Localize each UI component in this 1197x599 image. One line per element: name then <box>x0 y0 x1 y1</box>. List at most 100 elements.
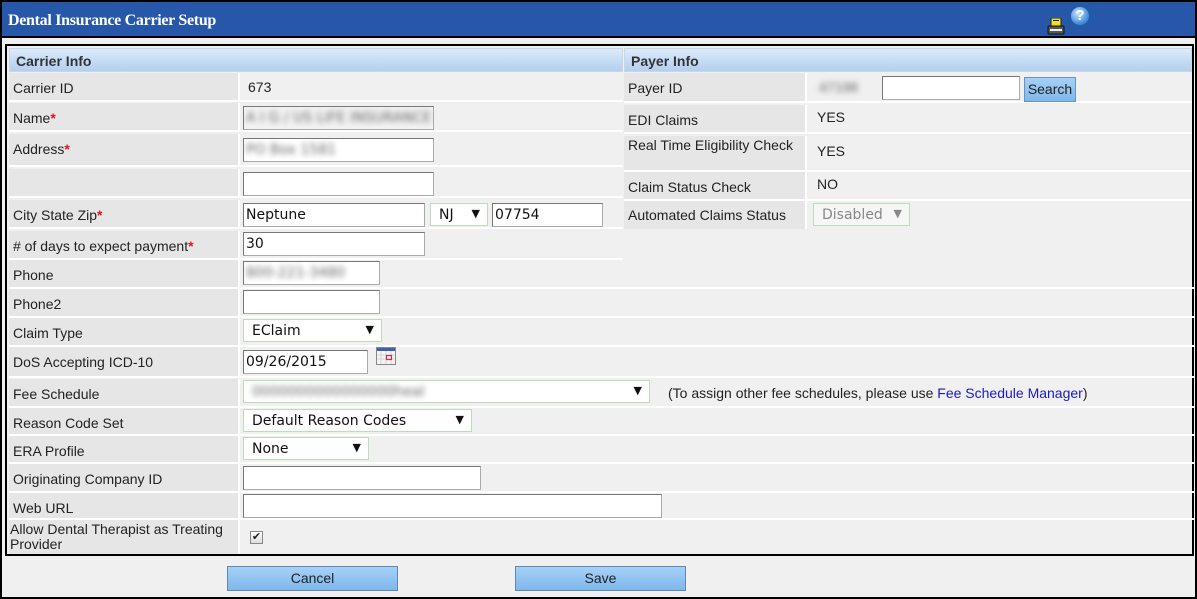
fee-schedule-label: Fee Schedule <box>9 379 240 406</box>
payer-info-header: Payer Info <box>624 48 1192 72</box>
state-selected-value: NJ <box>439 207 454 223</box>
chevron-down-icon: ▼ <box>365 323 374 336</box>
real-time-eligibility-label-text: Real Time Eligibility Check <box>628 137 793 153</box>
chevron-down-icon: ▼ <box>471 207 480 220</box>
city-input[interactable]: Neptune <box>243 203 425 227</box>
payer-search-button[interactable]: Search <box>1024 77 1076 102</box>
carrier-id-value: 673 <box>248 79 272 95</box>
automated-claims-status-select[interactable]: Disabled ▼ <box>813 203 910 226</box>
real-time-eligibility-label: Real Time Eligibility Check <box>624 136 807 170</box>
address-line1-input[interactable]: PO Box 1581 <box>243 138 434 162</box>
claim-type-label: Claim Type <box>9 318 240 345</box>
web-url-label: Web URL <box>9 493 240 518</box>
fee-schedule-note-prefix: (To assign other fee schedules, please u… <box>668 385 938 401</box>
save-button[interactable]: Save <box>515 566 686 591</box>
carrier-info-header: Carrier Info <box>9 48 623 72</box>
zip-input[interactable]: 07754 <box>492 203 603 227</box>
required-marker: * <box>97 207 103 223</box>
edi-claims-label: EDI Claims <box>624 105 807 132</box>
row-dos-icd10: DoS Accepting ICD-10 09/26/2015 <box>9 347 1194 378</box>
claim-type-select[interactable]: EClaim ▼ <box>243 319 382 342</box>
carrier-id-label: Carrier ID <box>9 73 240 100</box>
row-originating-company-id: Originating Company ID <box>9 464 1194 493</box>
allow-dental-therapist-checkbox[interactable]: ✔ <box>250 531 263 544</box>
phone2-label: Phone2 <box>9 289 240 316</box>
originating-company-id-label: Originating Company ID <box>9 464 240 491</box>
claim-type-selected-value: EClaim <box>252 323 301 339</box>
row-carrier-id: Carrier ID 673 <box>9 73 623 102</box>
row-days-to-payment: # of days to expect payment* 30 <box>9 231 623 260</box>
city-state-zip-label: City State Zip* <box>9 200 240 227</box>
phone-value: 800-221-3480 <box>246 265 346 281</box>
name-label: Name* <box>9 103 240 130</box>
payer-id-redacted: 47198 <box>819 79 858 95</box>
row-fee-schedule: Fee Schedule 0000000000000000heal ▼ (To … <box>9 379 1194 408</box>
help-icon[interactable]: ? <box>1070 6 1090 26</box>
days-to-payment-label: # of days to expect payment* <box>9 231 240 258</box>
cancel-button[interactable]: Cancel <box>227 566 398 591</box>
print-icon[interactable] <box>1047 18 1065 36</box>
edi-claims-value: YES <box>817 109 846 125</box>
payer-id-label: Payer ID <box>624 73 807 101</box>
calendar-icon[interactable] <box>376 347 396 365</box>
address-line2-label <box>9 169 240 196</box>
address-line1-value: PO Box 1581 <box>246 142 337 158</box>
phone2-input[interactable] <box>243 290 380 314</box>
required-marker: * <box>50 110 56 126</box>
chevron-down-icon: ▼ <box>352 441 361 454</box>
row-claim-status-check: Claim Status Check NO <box>624 172 1192 201</box>
fee-schedule-selected-value: 0000000000000000heal <box>252 384 425 400</box>
automated-claims-status-selected-value: Disabled <box>822 207 883 223</box>
row-address-line2 <box>9 169 623 198</box>
originating-company-id-input[interactable] <box>243 466 481 490</box>
web-url-input[interactable] <box>243 494 662 518</box>
carrier-setup-window: Dental Insurance Carrier Setup ? Carrier… <box>0 0 1197 599</box>
chevron-down-icon: ▼ <box>893 207 902 220</box>
window-title: Dental Insurance Carrier Setup <box>8 12 217 29</box>
reason-code-set-selected-value: Default Reason Codes <box>252 413 407 429</box>
row-payer-id: Payer ID 47198 Search <box>624 73 1192 103</box>
days-to-payment-input[interactable]: 30 <box>243 232 425 256</box>
form-panel: Carrier Info Payer Info Carrier ID 673 N… <box>5 44 1194 556</box>
real-time-eligibility-value: YES <box>817 143 846 159</box>
claim-status-check-label: Claim Status Check <box>624 172 807 199</box>
allow-dental-therapist-label: Allow Dental Therapist as Treating Provi… <box>9 520 240 554</box>
name-value: A I G / US LIFE INSURANCE <box>246 110 432 126</box>
fee-schedule-note-suffix: ) <box>1082 385 1088 401</box>
row-edi-claims: EDI Claims YES <box>624 105 1192 134</box>
required-marker: * <box>64 141 70 157</box>
automated-claims-status-label: Automated Claims Status <box>624 201 807 229</box>
required-marker: * <box>188 238 194 254</box>
fee-schedule-select[interactable]: 0000000000000000heal ▼ <box>243 380 650 403</box>
row-claim-type: Claim Type EClaim ▼ <box>9 318 1194 347</box>
name-label-text: Name <box>13 110 51 126</box>
row-name: Name* A I G / US LIFE INSURANCE <box>9 103 623 132</box>
dos-icd10-input[interactable]: 09/26/2015 <box>243 350 368 374</box>
address-label: Address* <box>9 134 240 165</box>
row-phone: Phone 800-221-3480 <box>9 260 1194 289</box>
name-input[interactable]: A I G / US LIFE INSURANCE <box>243 106 434 130</box>
payer-id-value: 47198 <box>809 73 864 101</box>
fee-schedule-note: (To assign other fee schedules, please u… <box>668 385 1088 401</box>
address-label-text: Address <box>13 141 65 157</box>
fee-schedule-manager-link[interactable]: Fee Schedule Manager <box>937 385 1083 401</box>
row-address: Address* PO Box 1581 <box>9 134 623 167</box>
days-to-payment-label-text: # of days to expect payment <box>13 238 189 254</box>
claim-status-check-value: NO <box>817 176 838 192</box>
chevron-down-icon: ▼ <box>633 384 642 397</box>
era-profile-selected-value: None <box>252 441 289 457</box>
state-select[interactable]: NJ ▼ <box>430 203 488 226</box>
row-automated-claims-status: Automated Claims Status Disabled ▼ <box>624 201 1192 229</box>
era-profile-select[interactable]: None ▼ <box>243 437 369 460</box>
row-reason-code-set: Reason Code Set Default Reason Codes ▼ <box>9 408 1194 436</box>
address-line2-input[interactable] <box>243 172 434 196</box>
city-state-zip-label-text: City State Zip <box>13 207 98 223</box>
era-profile-label: ERA Profile <box>9 436 240 462</box>
payer-search-input[interactable] <box>882 76 1020 100</box>
reason-code-set-select[interactable]: Default Reason Codes ▼ <box>243 409 472 432</box>
phone-input[interactable]: 800-221-3480 <box>243 261 380 285</box>
row-city-state-zip: City State Zip* Neptune NJ ▼ 07754 <box>9 200 623 229</box>
phone-label: Phone <box>9 260 240 287</box>
row-era-profile: ERA Profile None ▼ <box>9 436 1194 464</box>
dos-icd10-label: DoS Accepting ICD-10 <box>9 347 240 376</box>
